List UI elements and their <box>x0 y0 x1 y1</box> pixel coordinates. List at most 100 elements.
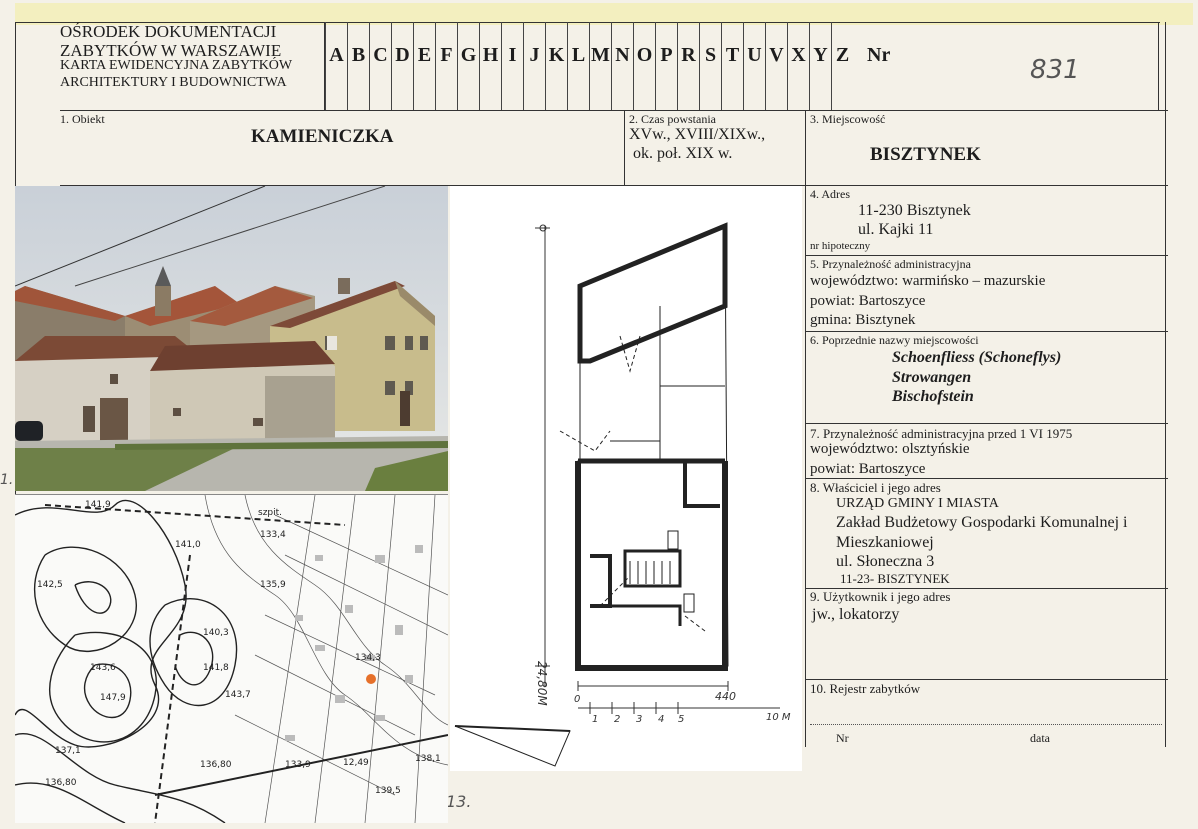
index-letter-h: H <box>479 22 501 110</box>
sep-6-7 <box>805 423 1168 424</box>
nr-label: Nr <box>867 44 891 66</box>
index-letter-b: B <box>347 22 369 110</box>
address-line1: 11-230 Bisztynek <box>858 202 971 219</box>
former-name-3: Bischofstein <box>892 388 974 405</box>
field2-label: 2. Czas powstania <box>629 112 716 126</box>
map-label-5: 135,9 <box>260 580 286 590</box>
institution-name-line1: OŚRODEK DOKUMENTACJI <box>60 22 277 41</box>
index-letter-t: T <box>721 22 743 110</box>
map-label-11: 134,3 <box>355 653 381 663</box>
scale-tick-3: 3 <box>636 714 642 725</box>
field3-label: 3. Miejscowość <box>810 112 886 126</box>
margin-mark-bottom: 13. <box>446 792 472 811</box>
map-label-2: 141,0 <box>175 540 201 550</box>
index-letter-n: N <box>611 22 633 110</box>
index-letter-s: S <box>699 22 721 110</box>
letter-index-row: ABCDEFGHIJKLMNOPRSTUVXYZ <box>325 22 853 110</box>
map-label-15: 136,80 <box>45 778 77 788</box>
index-letter-r: R <box>677 22 699 110</box>
field7-label: 7. Przynależność administracyjna przed 1… <box>810 426 1073 441</box>
scale-tick-5: 5 <box>678 714 684 725</box>
margin-mark-left: 1. <box>0 472 14 488</box>
map-label-16: 138,1 <box>415 754 441 764</box>
index-letter-o: O <box>633 22 655 110</box>
map-label-9: 143,7 <box>225 690 251 700</box>
index-letter-c: C <box>369 22 391 110</box>
index-letter-l: L <box>567 22 589 110</box>
scale-tick-4: 4 <box>658 714 664 725</box>
index-letter-k: K <box>545 22 567 110</box>
map-label-3: 142,5 <box>37 580 63 590</box>
map-label-8: 143,6 <box>90 663 116 673</box>
scale-tick-0: 0 <box>574 694 580 705</box>
index-letter-j: J <box>523 22 545 110</box>
index-letter-f: F <box>435 22 457 110</box>
floor-plan: 24,80M 440 0 1 2 3 4 5 10 M <box>450 186 802 771</box>
map-label-7: 141,8 <box>203 663 229 673</box>
index-letter-v: V <box>765 22 787 110</box>
sep-5-6 <box>805 331 1168 332</box>
address-line2: ul. Kajki 11 <box>858 221 934 238</box>
commune: gmina: Bisztynek <box>810 312 916 328</box>
locality-name: BISZTYNEK <box>870 144 981 165</box>
index-letter-y: Y <box>809 22 831 110</box>
index-letter-a: A <box>325 22 347 110</box>
sep-4-5 <box>805 255 1168 256</box>
field5-label: 5. Przynależność administracyjna <box>810 257 971 271</box>
index-letter-g: G <box>457 22 479 110</box>
register-nr-label: Nr <box>836 731 849 745</box>
sep-7-8 <box>805 478 1168 479</box>
plan-horizontal-dimension: 440 <box>715 690 736 703</box>
map-label-14: 137,1 <box>55 746 81 756</box>
map-label-18: 12,49 <box>343 758 369 768</box>
index-letter-i: I <box>501 22 523 110</box>
former-name-1: Schoenfliess (Schoneflys) <box>892 349 1062 366</box>
construction-date-line2: ok. poł. XIX w. <box>633 145 733 162</box>
scale-tick-2: 2 <box>614 714 620 725</box>
index-letter-u: U <box>743 22 765 110</box>
index-letter-e: E <box>413 22 435 110</box>
county: powiat: Bartoszyce <box>810 293 926 309</box>
card-number: 831 <box>1030 55 1080 85</box>
register-date-label: data <box>1030 731 1050 745</box>
plan-vertical-dimension: 24,80M <box>535 661 549 706</box>
field2-left-divider <box>624 110 625 185</box>
field1-label: 1. Obiekt <box>60 112 105 126</box>
building-photograph <box>15 186 448 491</box>
index-letter-d: D <box>391 22 413 110</box>
owner-line3: Mieszkaniowej <box>836 534 934 551</box>
map-label-1: 141,9 <box>85 500 111 510</box>
location-map: 141,9 141,0 142,5 133,4 135,9 140,3 141,… <box>15 494 448 823</box>
index-letter-x: X <box>787 22 809 110</box>
owner-line1: URZĄD GMINY I MIASTA <box>836 496 999 511</box>
former-name-2: Strowangen <box>892 369 972 386</box>
object-name: KAMIENICZKA <box>251 126 394 147</box>
owner-line5: 11-23- BISZTYNEK <box>840 571 950 586</box>
index-letter-z: Z <box>831 22 853 110</box>
header-bottom-line <box>60 110 1168 111</box>
construction-date-line1: XVw., XVIII/XIXw., <box>629 126 766 143</box>
frame-right-border <box>1165 22 1166 747</box>
card-type-line2: ARCHITEKTURY I BUDOWNICTWA <box>60 75 287 90</box>
field9-label: 9. Użytkownik i jego adres <box>810 589 951 604</box>
index-letter-m: M <box>589 22 611 110</box>
field8-label: 8. Właściciel i jego adres <box>810 480 941 495</box>
map-label-4: 133,4 <box>260 530 286 540</box>
field3-left-divider <box>805 110 806 747</box>
scale-tick-1: 1 <box>592 714 598 725</box>
map-label-17: 139,5 <box>375 786 401 796</box>
mortgage-number-label: nr hipoteczny <box>810 240 871 252</box>
field6-label: 6. Poprzednie nazwy miejscowości <box>810 333 979 347</box>
owner-line4: ul. Słoneczna 3 <box>836 553 935 570</box>
card-type-line1: KARTA EWIDENCYJNA ZABYTKÓW <box>60 58 293 73</box>
voivodeship-before-1975: województwo: olsztyńskie <box>810 441 970 457</box>
voivodeship: województwo: warmińsko – mazurskie <box>810 273 1046 289</box>
scale-tick-10: 10 M <box>766 712 791 723</box>
user-value: jw., lokatorzy <box>812 606 900 623</box>
nr-right-divider <box>1158 22 1159 110</box>
map-label-19: szpit. <box>258 508 282 518</box>
county-before-1975: powiat: Bartoszyce <box>810 461 926 477</box>
field10-label: 10. Rejestr zabytków <box>810 681 921 696</box>
field4-label: 4. Adres <box>810 187 850 201</box>
map-label-6: 140,3 <box>203 628 229 638</box>
